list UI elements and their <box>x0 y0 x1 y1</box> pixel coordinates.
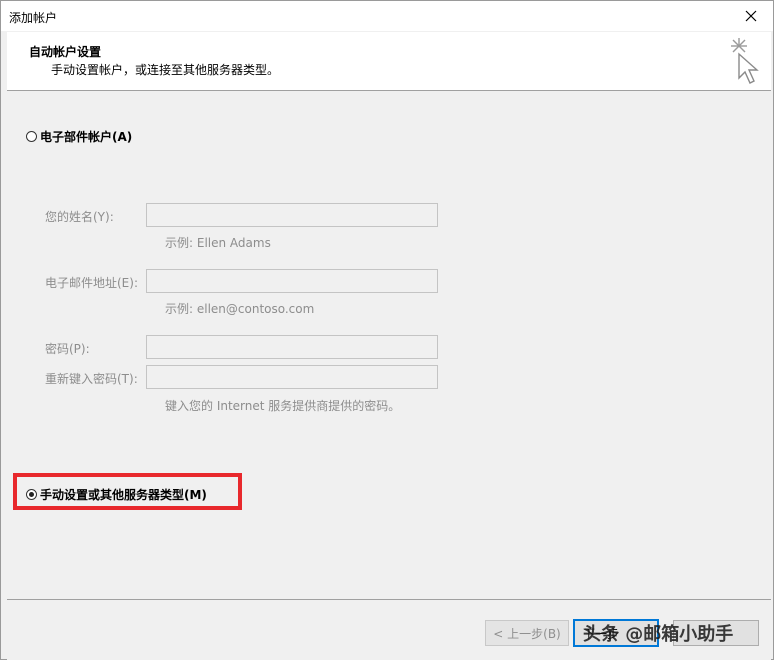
watermark-text: 头条 @邮箱小助手 <box>583 624 734 645</box>
cursor-sparkle-icon <box>731 38 759 84</box>
back-button[interactable]: < 上一步(B) <box>485 620 569 646</box>
password-hint: 键入您的 Internet 服务提供商提供的密码。 <box>165 399 401 413</box>
add-account-dialog: 添加帐户 自动帐户设置 手动设置帐户，或连接至其他服务器类型。 电子部件帐户(A… <box>0 0 774 660</box>
wizard-body: 电子部件帐户(A) 您的姓名(Y): 示例: Ellen Adams 电子邮件地… <box>7 91 771 599</box>
password-label: 密码(P): <box>45 342 90 356</box>
email-hint: 示例: ellen@contoso.com <box>165 302 315 316</box>
email-account-radio[interactable] <box>26 131 37 142</box>
name-label: 您的姓名(Y): <box>45 210 114 224</box>
name-input[interactable] <box>146 203 438 227</box>
retype-password-input[interactable] <box>146 365 438 389</box>
email-input[interactable] <box>146 269 438 293</box>
password-input[interactable] <box>146 335 438 359</box>
email-account-option[interactable]: 电子部件帐户(A) <box>26 128 132 145</box>
email-label: 电子邮件地址(E): <box>45 276 138 290</box>
header-subtitle: 手动设置帐户，或连接至其他服务器类型。 <box>51 63 280 77</box>
window-title: 添加帐户 <box>9 11 58 25</box>
name-hint: 示例: Ellen Adams <box>165 236 271 250</box>
close-button[interactable] <box>729 1 773 31</box>
manual-setup-option[interactable]: 手动设置或其他服务器类型(M) <box>26 486 207 503</box>
manual-setup-label: 手动设置或其他服务器类型(M) <box>40 488 207 502</box>
header-title: 自动帐户设置 <box>29 45 102 59</box>
email-account-label: 电子部件帐户(A) <box>40 130 133 144</box>
retype-password-label: 重新键入密码(T): <box>45 372 138 386</box>
manual-setup-radio[interactable] <box>26 489 37 500</box>
close-icon <box>745 10 757 22</box>
wizard-footer: < 上一步(B) 下一步 头条 @邮箱小助手 <box>7 599 771 660</box>
title-bar: 添加帐户 <box>1 1 773 31</box>
wizard-header: 自动帐户设置 手动设置帐户，或连接至其他服务器类型。 <box>7 32 771 91</box>
